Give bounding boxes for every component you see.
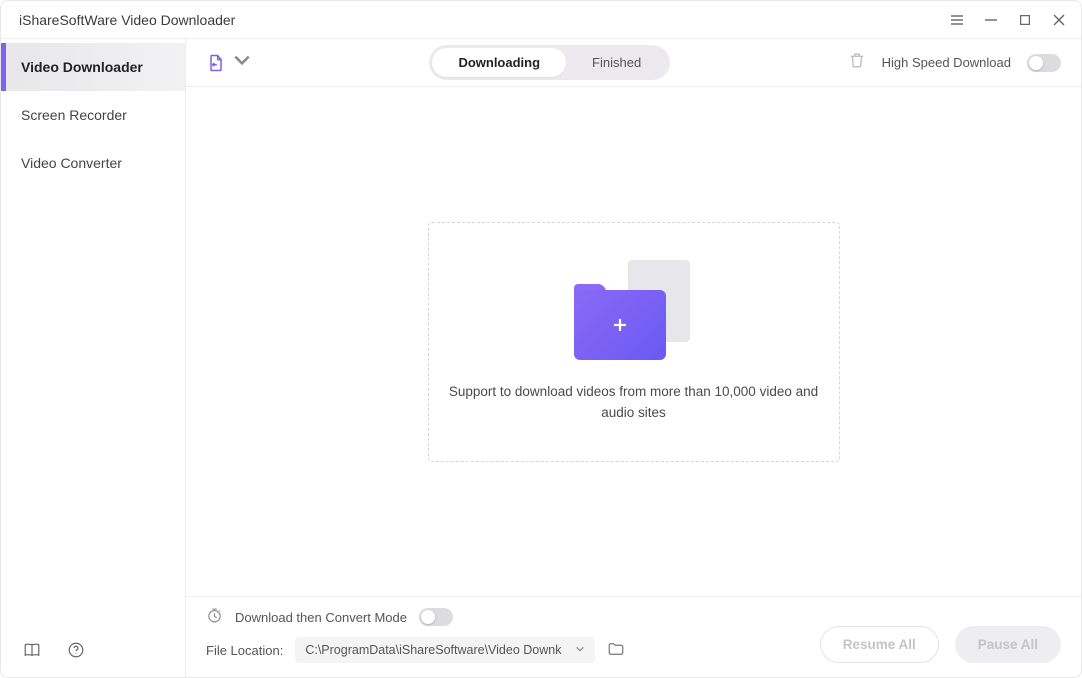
book-icon[interactable] bbox=[23, 641, 41, 659]
sidebar-bottom bbox=[1, 623, 185, 677]
paste-url-button[interactable] bbox=[206, 50, 252, 75]
sidebar-nav: Video Downloader Screen Recorder Video C… bbox=[1, 39, 185, 187]
convert-mode-row: Download then Convert Mode bbox=[206, 607, 625, 627]
sidebar-item-video-converter[interactable]: Video Converter bbox=[1, 139, 185, 187]
sidebar-item-label: Video Downloader bbox=[21, 59, 143, 75]
dropzone-text: Support to download videos from more tha… bbox=[449, 382, 819, 424]
folder-plus-icon bbox=[574, 290, 666, 360]
bottom-bar: Download then Convert Mode File Location… bbox=[186, 596, 1081, 677]
file-location-row: File Location: C:\ProgramData\iShareSoft… bbox=[206, 637, 625, 663]
high-speed-label: High Speed Download bbox=[882, 55, 1011, 70]
sidebar-item-label: Screen Recorder bbox=[21, 107, 127, 123]
trash-icon[interactable] bbox=[848, 51, 866, 74]
maximize-icon[interactable] bbox=[1017, 12, 1033, 28]
toolbar-right: High Speed Download bbox=[848, 51, 1061, 74]
dropzone[interactable]: Support to download videos from more tha… bbox=[428, 222, 840, 462]
sidebar: Video Downloader Screen Recorder Video C… bbox=[1, 39, 186, 677]
button-label: Pause All bbox=[978, 637, 1038, 652]
close-icon[interactable] bbox=[1051, 12, 1067, 28]
minimize-icon[interactable] bbox=[983, 12, 999, 28]
title-bar: iShareSoftWare Video Downloader bbox=[1, 1, 1081, 39]
tab-downloading[interactable]: Downloading bbox=[432, 48, 566, 77]
app-body: Video Downloader Screen Recorder Video C… bbox=[1, 39, 1081, 677]
folder-illustration bbox=[574, 260, 694, 360]
toolbar: Downloading Finished High Speed Download bbox=[186, 39, 1081, 87]
file-location-select[interactable]: C:\ProgramData\iShareSoftware\Video Down… bbox=[295, 637, 595, 663]
tab-label: Finished bbox=[592, 55, 641, 70]
window-controls bbox=[949, 12, 1067, 28]
convert-mode-label: Download then Convert Mode bbox=[235, 610, 407, 625]
file-location-label: File Location: bbox=[206, 643, 283, 658]
help-icon[interactable] bbox=[67, 641, 85, 659]
file-location-value: C:\ProgramData\iShareSoftware\Video Down… bbox=[305, 643, 561, 657]
resume-all-button[interactable]: Resume All bbox=[820, 626, 939, 663]
status-tabs: Downloading Finished bbox=[429, 45, 670, 80]
pause-all-button[interactable]: Pause All bbox=[955, 626, 1061, 663]
button-label: Resume All bbox=[843, 637, 916, 652]
chevron-down-icon bbox=[575, 643, 585, 657]
sidebar-item-label: Video Converter bbox=[21, 155, 122, 171]
bottom-left: Download then Convert Mode File Location… bbox=[206, 607, 625, 663]
main: Downloading Finished High Speed Download bbox=[186, 39, 1081, 677]
menu-icon[interactable] bbox=[949, 12, 965, 28]
sidebar-item-screen-recorder[interactable]: Screen Recorder bbox=[1, 91, 185, 139]
app-title: iShareSoftWare Video Downloader bbox=[19, 12, 235, 28]
chevron-down-icon bbox=[232, 50, 252, 75]
high-speed-toggle[interactable] bbox=[1027, 54, 1061, 72]
tab-label: Downloading bbox=[458, 55, 540, 70]
open-folder-icon[interactable] bbox=[607, 640, 625, 661]
sidebar-item-video-downloader[interactable]: Video Downloader bbox=[1, 43, 185, 91]
content-area: Support to download videos from more tha… bbox=[186, 87, 1081, 596]
app-window: iShareSoftWare Video Downloader Video Do… bbox=[0, 0, 1082, 678]
convert-mode-toggle[interactable] bbox=[419, 608, 453, 626]
clock-icon bbox=[206, 607, 223, 627]
bottom-right: Resume All Pause All bbox=[820, 626, 1061, 663]
tab-finished[interactable]: Finished bbox=[566, 48, 667, 77]
